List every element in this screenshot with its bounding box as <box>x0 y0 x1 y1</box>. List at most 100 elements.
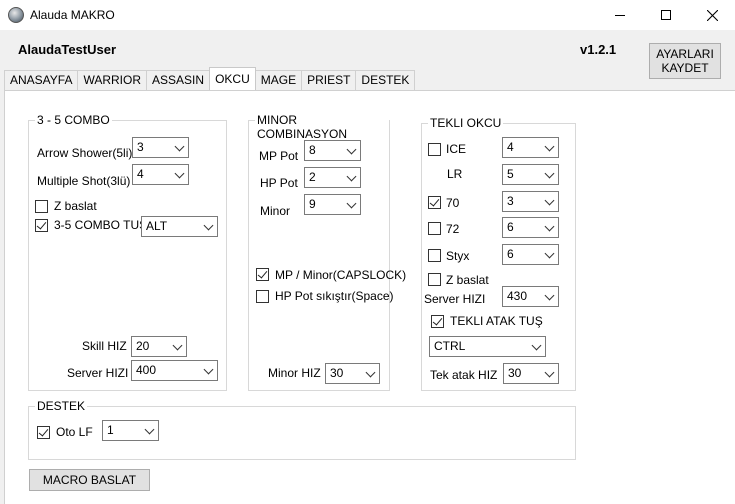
tab-okcu[interactable]: OKCU <box>209 67 256 90</box>
tek-atak-hiz-label: Tek atak HIZ <box>430 368 498 382</box>
tab-assasin[interactable]: ASSASIN <box>146 70 211 90</box>
hp-pot-sik-checkbox[interactable] <box>256 290 269 303</box>
styx-checkbox[interactable] <box>428 249 441 262</box>
chevron-down-icon <box>544 221 555 232</box>
tab-destek[interactable]: DESTEK <box>355 70 416 90</box>
save-button-label-line1: AYARLARI <box>656 47 714 61</box>
skill-70-label: 70 <box>446 196 460 210</box>
tekli-server-hizi-label: Server HIZI <box>424 292 486 306</box>
macro-start-button[interactable]: MACRO BASLAT <box>29 469 150 491</box>
mp-minor-label: MP / Minor(CAPSLOCK) <box>275 268 407 282</box>
chevron-down-icon <box>144 424 155 435</box>
combo35-z-baslat-checkbox[interactable] <box>35 200 48 213</box>
skill-70-select[interactable]: 3 <box>502 191 559 212</box>
combo35-server-hizi-select[interactable]: 400 <box>131 360 218 381</box>
combo-tus-select[interactable]: ALT <box>141 216 218 237</box>
mp-minor-checkbox[interactable] <box>256 268 269 281</box>
tab-mage[interactable]: MAGE <box>254 70 303 90</box>
chevron-down-icon <box>544 168 555 179</box>
multiple-shot-value: 4 <box>137 167 144 181</box>
chevron-down-icon <box>203 220 214 231</box>
skill-72-checkbox[interactable] <box>428 222 441 235</box>
atak-tus-checkbox[interactable] <box>431 315 444 328</box>
tab-priest[interactable]: PRIEST <box>301 70 357 90</box>
combo35-group-title: 3 - 5 COMBO <box>35 113 112 127</box>
styx-value: 6 <box>507 247 514 261</box>
atak-tus-label: TEKLI ATAK TUŞ <box>450 314 543 328</box>
user-name-label: AlaudaTestUser <box>18 42 117 57</box>
tab-strip: ANASAYFA WARRIOR ASSASIN OKCU MAGE PRIES… <box>4 67 416 90</box>
ice-select[interactable]: 4 <box>502 137 559 158</box>
skill-72-value: 6 <box>507 220 514 234</box>
minimize-button[interactable] <box>597 0 643 30</box>
tab-warrior[interactable]: WARRIOR <box>77 70 148 90</box>
styx-label: Styx <box>446 249 470 263</box>
skill-hiz-label: Skill HIZ <box>82 339 127 353</box>
skill-70-value: 3 <box>507 194 514 208</box>
app-logo-icon <box>8 7 24 23</box>
skill-hiz-value: 20 <box>136 339 150 353</box>
combo-tus-value: ALT <box>146 219 168 233</box>
lr-label: LR <box>447 167 463 181</box>
chevron-down-icon <box>346 198 357 209</box>
mp-pot-label: MP Pot <box>259 149 299 163</box>
chevron-down-icon <box>346 171 357 182</box>
window-title: Alauda MAKRO <box>30 8 115 22</box>
oto-lf-checkbox[interactable] <box>37 426 50 439</box>
oto-lf-value: 1 <box>107 423 114 437</box>
oto-lf-select[interactable]: 1 <box>102 420 159 441</box>
minor-hiz-value: 30 <box>330 366 344 380</box>
combo35-server-hizi-label: Server HIZI <box>67 366 129 380</box>
multiple-shot-select[interactable]: 4 <box>132 164 189 185</box>
minor-hiz-select[interactable]: 30 <box>325 363 380 384</box>
mp-pot-value: 8 <box>309 143 316 157</box>
arrow-shower-select[interactable]: 3 <box>132 137 189 158</box>
chevron-down-icon <box>174 168 185 179</box>
oto-lf-label: Oto LF <box>56 425 93 439</box>
minor-hiz-label: Minor HIZ <box>268 366 321 380</box>
mp-pot-select[interactable]: 8 <box>304 140 361 161</box>
combo35-z-baslat-label: Z baslat <box>54 199 97 213</box>
chevron-down-icon <box>174 141 185 152</box>
minor-select[interactable]: 9 <box>304 194 361 215</box>
tekli-server-hizi-select[interactable]: 430 <box>502 286 559 307</box>
maximize-button[interactable] <box>643 0 689 30</box>
tekli-z-baslat-checkbox[interactable] <box>428 273 441 286</box>
atak-tus-select[interactable]: CTRL <box>429 336 546 357</box>
tekli-server-hizi-value: 430 <box>507 289 528 303</box>
hp-pot-label: HP Pot <box>260 176 298 190</box>
chevron-down-icon <box>365 367 376 378</box>
tek-atak-hiz-value: 30 <box>508 366 522 380</box>
tab-anasayfa[interactable]: ANASAYFA <box>4 70 79 90</box>
skill-hiz-select[interactable]: 20 <box>131 336 187 357</box>
lr-select[interactable]: 5 <box>502 164 559 185</box>
ice-label: ICE <box>446 142 467 156</box>
save-settings-button[interactable]: AYARLARI KAYDET <box>649 43 721 79</box>
minor-label: Minor <box>260 204 291 218</box>
maximize-icon <box>661 10 671 20</box>
chevron-down-icon <box>544 141 555 152</box>
minimize-icon <box>615 14 625 16</box>
ice-checkbox[interactable] <box>428 143 441 156</box>
chevron-down-icon <box>531 340 542 351</box>
tekli-group-title: TEKLI OKCU <box>428 116 504 130</box>
chevron-down-icon <box>203 364 214 375</box>
combo-tus-checkbox[interactable] <box>35 219 48 232</box>
chevron-down-icon <box>346 144 357 155</box>
chevron-down-icon <box>544 195 555 206</box>
multiple-shot-label: Multiple Shot(3lü) <box>37 174 131 188</box>
ice-value: 4 <box>507 140 514 154</box>
skill-72-select[interactable]: 6 <box>502 217 559 238</box>
hp-pot-select[interactable]: 2 <box>304 167 361 188</box>
title-bar: Alauda MAKRO <box>0 0 735 30</box>
minor-group-title: MINOR COMBINASYON <box>255 113 389 141</box>
styx-select[interactable]: 6 <box>502 244 559 265</box>
arrow-shower-value: 3 <box>137 140 144 154</box>
tek-atak-hiz-select[interactable]: 30 <box>503 363 559 384</box>
lr-value: 5 <box>507 167 514 181</box>
close-button[interactable] <box>689 0 735 30</box>
hp-pot-value: 2 <box>309 170 316 184</box>
skill-70-checkbox[interactable] <box>428 196 441 209</box>
atak-tus-value: CTRL <box>434 339 466 353</box>
arrow-shower-label: Arrow Shower(5li) <box>37 146 133 160</box>
